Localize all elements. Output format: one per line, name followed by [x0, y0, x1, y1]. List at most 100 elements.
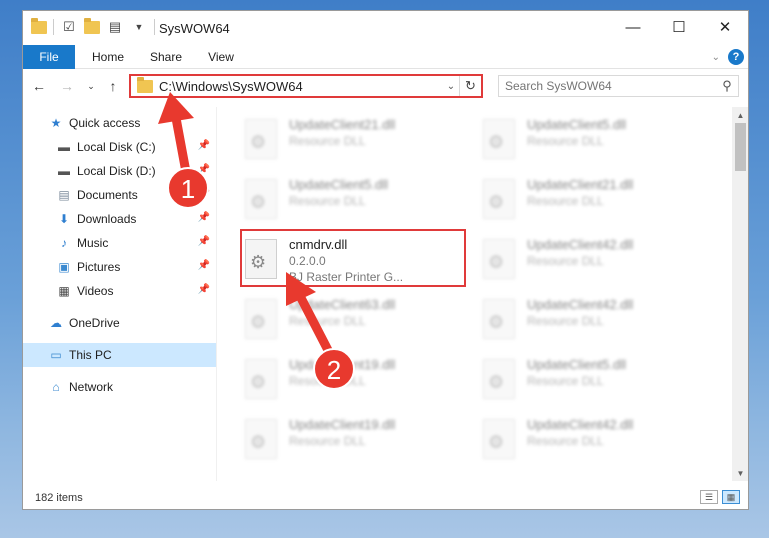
recent-locations-button[interactable]: ⌄ — [81, 76, 101, 96]
file-name: UpdateClient63.dll — [289, 297, 396, 312]
expand-ribbon-icon[interactable]: ⌄ — [712, 52, 720, 63]
file-item[interactable]: UpdateClient42.dll Resource DLL — [479, 415, 709, 471]
new-folder-icon[interactable] — [84, 17, 100, 34]
sidebar-item-label: Videos — [77, 284, 114, 298]
star-icon: ★ — [50, 116, 62, 130]
sidebar-item-label: Local Disk (D:) — [77, 164, 156, 178]
tab-home[interactable]: Home — [83, 45, 133, 69]
file-type: Resource DLL — [527, 314, 604, 328]
pin-icon[interactable]: 📌 — [198, 284, 210, 295]
minimize-icon: — — [625, 18, 641, 36]
dll-file-icon — [245, 119, 277, 159]
file-name: UpdateClient5.dll — [527, 117, 627, 132]
dll-file-icon — [483, 419, 515, 459]
cloud-icon: ☁ — [50, 316, 62, 330]
sidebar-item-quick-access[interactable]: ★ Quick access — [23, 111, 216, 135]
file-item[interactable]: UpdateClient63.dll Resource DLL — [241, 295, 471, 351]
scroll-thumb[interactable] — [735, 123, 746, 171]
minimize-button[interactable]: — — [610, 11, 656, 43]
sidebar-item-this-pc[interactable]: ▭ This PC — [23, 343, 216, 367]
sidebar-item-network[interactable]: ⌂ Network — [23, 375, 216, 399]
help-icon[interactable]: ? — [728, 49, 744, 65]
quick-access-toolbar: ☑ ▤ ▼ — [31, 17, 155, 36]
close-button[interactable]: ✕ — [702, 11, 748, 43]
sidebar-item-documents[interactable]: ▤ Documents 📌 — [23, 183, 216, 207]
vertical-scrollbar[interactable]: ▲ ▼ — [732, 107, 748, 481]
search-input[interactable] — [505, 79, 716, 93]
file-name: UpdateClient5.dll — [527, 357, 627, 372]
scroll-down-icon[interactable]: ▼ — [732, 465, 748, 481]
folder-icon — [31, 17, 47, 34]
sidebar-item-onedrive[interactable]: ☁ OneDrive — [23, 311, 216, 335]
properties-icon[interactable]: ☑ — [60, 18, 78, 36]
sidebar-item-videos[interactable]: ▦ Videos 📌 — [23, 279, 216, 303]
file-item[interactable]: UpdateClient21.dll Resource DLL — [241, 115, 471, 171]
file-list: UpdateClient21.dll Resource DLL UpdateCli… — [217, 107, 732, 481]
sidebar-item-label: Network — [69, 380, 114, 394]
tab-view[interactable]: View — [199, 45, 243, 69]
window-title: SysWOW64 — [159, 21, 230, 36]
file-type: Resource DLL — [527, 194, 604, 208]
status-bar: 182 items ☰ ▦ — [23, 486, 748, 509]
sidebar-item-label: OneDrive — [69, 316, 120, 330]
file-item[interactable]: UpdateClient42.dll Resource DLL — [479, 295, 709, 351]
search-box[interactable]: ⚲ — [498, 75, 739, 97]
sidebar-item-label: Quick access — [69, 116, 141, 130]
file-name: UpdateClient21.dll — [289, 117, 396, 132]
file-item[interactable]: UpdateClient21.dll Resource DLL — [479, 175, 709, 231]
file-item[interactable]: UpdateClient5.dll Resource DLL — [241, 175, 471, 231]
file-name: UpdateClient19.dll — [289, 357, 396, 372]
sidebar-item-label: Music — [77, 236, 109, 250]
file-item[interactable]: UpdateClient5.dll Resource DLL — [479, 355, 709, 411]
address-path[interactable]: C:\Windows\SysWOW64 — [159, 79, 443, 94]
dll-file-icon — [483, 299, 515, 339]
file-type: Resource DLL — [527, 374, 604, 388]
sidebar-item-downloads[interactable]: ⬇ Downloads 📌 — [23, 207, 216, 231]
arrow-up-icon: ↑ — [109, 78, 117, 94]
forward-button[interactable]: → — [57, 76, 77, 96]
chevron-down-icon[interactable]: ▼ — [130, 18, 148, 36]
maximize-icon: ☐ — [672, 19, 686, 36]
dll-file-icon — [245, 359, 277, 399]
file-type: Resource DLL — [527, 134, 604, 148]
dll-file-icon — [245, 179, 277, 219]
up-button[interactable]: ↑ — [103, 76, 123, 96]
refresh-icon[interactable]: ↻ — [459, 76, 481, 96]
pin-icon[interactable]: 📌 — [198, 260, 210, 271]
sidebar-item-music[interactable]: ♪ Music 📌 — [23, 231, 216, 255]
pin-icon[interactable]: 📌 — [198, 140, 210, 151]
file-type: Resource DLL — [527, 434, 604, 448]
file-type: Resource DLL — [527, 254, 604, 268]
back-button[interactable]: ← — [29, 76, 49, 96]
details-view-icon[interactable]: ☰ — [700, 490, 718, 504]
pin-icon[interactable]: 📌 — [198, 236, 210, 247]
pin-icon[interactable]: 📌 — [198, 164, 210, 175]
file-item[interactable]: UpdateClient42.dll Resource DLL — [479, 235, 709, 291]
address-bar[interactable]: C:\Windows\SysWOW64 ⌄ ↻ — [129, 74, 483, 98]
customize-toolbar-icon[interactable]: ▤ — [106, 18, 124, 36]
maximize-button[interactable]: ☐ — [656, 11, 702, 43]
file-name: UpdateClient5.dll — [289, 177, 389, 192]
network-icon: ⌂ — [52, 380, 60, 394]
sidebar-item-local-disk-c[interactable]: ▬ Local Disk (C:) 📌 — [23, 135, 216, 159]
file-item[interactable]: UpdateClient19.dll Resource DLL — [241, 355, 471, 411]
file-item[interactable]: UpdateClient19.dll Resource DLL — [241, 415, 471, 471]
navigation-pane: ★ Quick access ▬ Local Disk (C:) 📌 ▬ Loc… — [23, 107, 216, 481]
pin-icon[interactable]: 📌 — [198, 188, 210, 199]
tab-file[interactable]: File — [23, 45, 75, 69]
search-icon[interactable]: ⚲ — [716, 78, 738, 94]
drive-icon: ▬ — [58, 164, 70, 178]
arrow-right-icon: → — [60, 78, 74, 94]
file-item[interactable]: UpdateClient5.dll Resource DLL — [479, 115, 709, 171]
documents-icon: ▤ — [58, 188, 70, 202]
scroll-up-icon[interactable]: ▲ — [732, 107, 748, 123]
item-count: 182 items — [35, 492, 83, 504]
pin-icon[interactable]: 📌 — [198, 212, 210, 223]
chevron-down-icon[interactable]: ⌄ — [443, 81, 459, 92]
computer-icon: ▭ — [50, 348, 62, 362]
tab-share[interactable]: Share — [141, 45, 191, 69]
toolbar-divider — [154, 19, 155, 35]
tiles-view-icon[interactable]: ▦ — [722, 490, 740, 504]
sidebar-item-local-disk-d[interactable]: ▬ Local Disk (D:) 📌 — [23, 159, 216, 183]
sidebar-item-pictures[interactable]: ▣ Pictures 📌 — [23, 255, 216, 279]
